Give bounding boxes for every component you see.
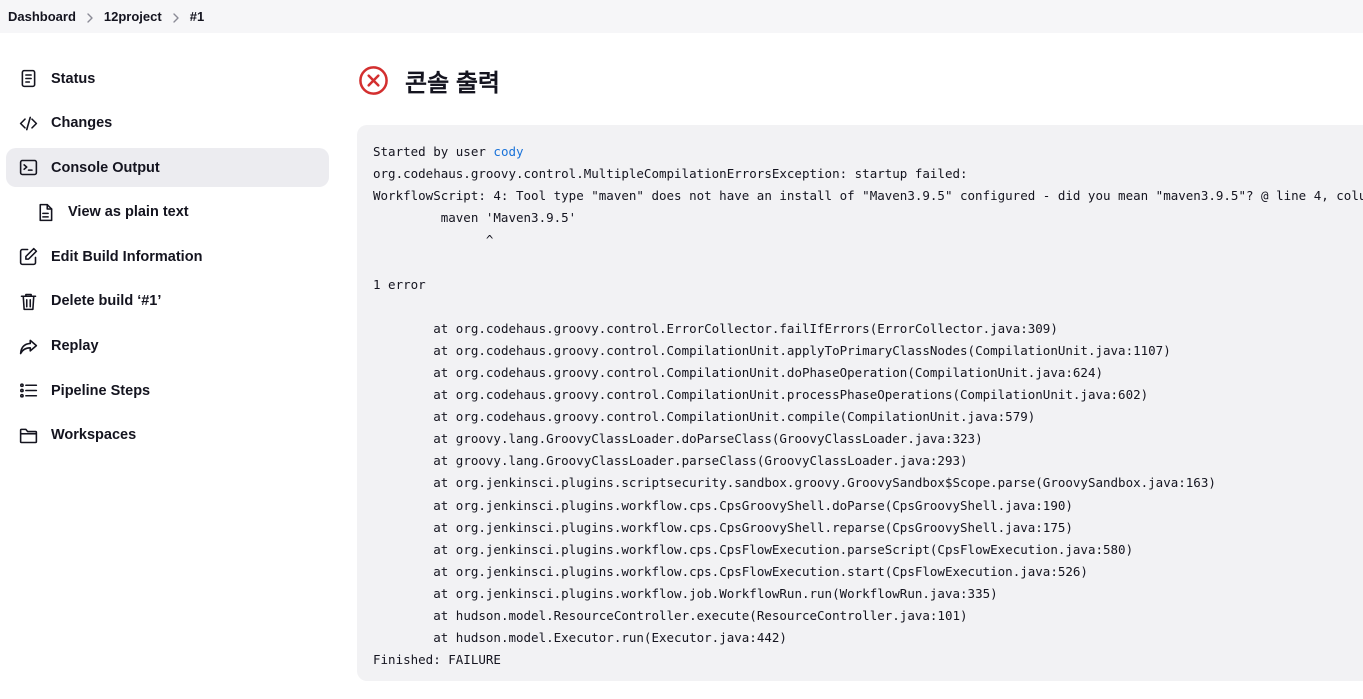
console-line: at org.jenkinsci.plugins.workflow.cps.Cp… — [373, 497, 1073, 513]
sidebar-item-label: Changes — [51, 115, 113, 132]
console-line: at org.jenkinsci.plugins.workflow.cps.Cp… — [373, 519, 1073, 535]
sidebar-item-label: Replay — [51, 338, 99, 355]
console-line: at groovy.lang.GroovyClassLoader.parseCl… — [373, 453, 968, 469]
sidebar-item-delete-build[interactable]: Delete build ‘#1’ — [6, 282, 329, 321]
breadcrumb-dashboard[interactable]: Dashboard — [8, 9, 76, 24]
console-line: org.codehaus.groovy.control.MultipleComp… — [373, 166, 968, 182]
console-line: at hudson.model.ResourceController.execu… — [373, 607, 968, 623]
chevron-right-icon — [76, 9, 104, 25]
edit-icon — [17, 246, 39, 268]
page-title: 콘솔 출력 — [358, 64, 500, 97]
sidebar-item-status[interactable]: Status — [6, 59, 329, 98]
console-line: at org.jenkinsci.plugins.workflow.cps.Cp… — [373, 541, 1134, 557]
sidebar-item-replay[interactable]: Replay — [6, 327, 329, 366]
document-icon — [17, 68, 39, 90]
code-icon — [17, 112, 39, 134]
sidebar-item-label: Workspaces — [51, 427, 137, 444]
sidebar-item-label: Edit Build Information — [51, 248, 203, 265]
file-text-icon — [34, 201, 56, 223]
replay-icon — [17, 335, 39, 357]
breadcrumb: Dashboard 12project #1 — [0, 0, 1363, 33]
sidebar-item-view-plain-text[interactable]: View as plain text — [6, 193, 329, 232]
console-output: Started by user cody org.codehaus.groovy.… — [357, 125, 1363, 681]
console-line: at org.codehaus.groovy.control.Compilati… — [373, 364, 1104, 380]
sidebar-item-console-output[interactable]: Console Output — [6, 148, 329, 188]
console-line: at org.jenkinsci.plugins.workflow.cps.Cp… — [373, 563, 1088, 579]
console-line: at org.codehaus.groovy.control.Compilati… — [373, 342, 1171, 358]
sidebar-item-label: Delete build ‘#1’ — [51, 293, 162, 310]
console-line: at org.codehaus.groovy.control.ErrorColl… — [373, 320, 1058, 336]
sidebar-item-label: View as plain text — [68, 204, 189, 221]
sidebar-item-label: Pipeline Steps — [51, 382, 151, 399]
console-line: at org.jenkinsci.plugins.workflow.job.Wo… — [373, 585, 998, 601]
console-line: Started by user cody — [373, 141, 1363, 163]
sidebar-item-changes[interactable]: Changes — [6, 104, 329, 143]
console-line: at groovy.lang.GroovyClassLoader.doParse… — [373, 431, 983, 447]
page-title-text: 콘솔 출력 — [405, 69, 500, 97]
sidebar-item-workspaces[interactable]: Workspaces — [6, 416, 329, 455]
console-line: WorkflowScript: 4: Tool type "maven" doe… — [373, 188, 1363, 204]
console-line: maven 'Maven3.9.5' — [373, 210, 577, 226]
console-line: at org.codehaus.groovy.control.Compilati… — [373, 409, 1036, 425]
folder-icon — [17, 424, 39, 446]
console-line: at org.jenkinsci.plugins.scriptsecurity.… — [373, 475, 1216, 491]
list-icon — [17, 380, 39, 402]
console-line: at org.codehaus.groovy.control.Compilati… — [373, 387, 1149, 403]
sidebar: Status Changes Console Output View as pl… — [6, 59, 329, 460]
sidebar-item-label: Status — [51, 70, 96, 87]
breadcrumb-build[interactable]: #1 — [190, 9, 204, 24]
sidebar-item-pipeline-steps[interactable]: Pipeline Steps — [6, 371, 329, 410]
chevron-right-icon — [162, 9, 190, 25]
failure-icon — [358, 65, 389, 96]
console-line: Finished: FAILURE — [373, 652, 501, 668]
sidebar-item-label: Console Output — [51, 159, 160, 176]
console-line: at hudson.model.Executor.run(Executor.ja… — [373, 630, 787, 646]
trash-icon — [17, 290, 39, 312]
sidebar-item-edit-build-information[interactable]: Edit Build Information — [6, 237, 329, 276]
console-line: 1 error — [373, 276, 426, 292]
console-user-link[interactable]: cody — [493, 144, 523, 159]
breadcrumb-project[interactable]: 12project — [104, 9, 162, 24]
console-started-text: Started by user — [373, 144, 494, 159]
console-line: ^ — [373, 232, 494, 248]
terminal-icon — [17, 157, 39, 179]
